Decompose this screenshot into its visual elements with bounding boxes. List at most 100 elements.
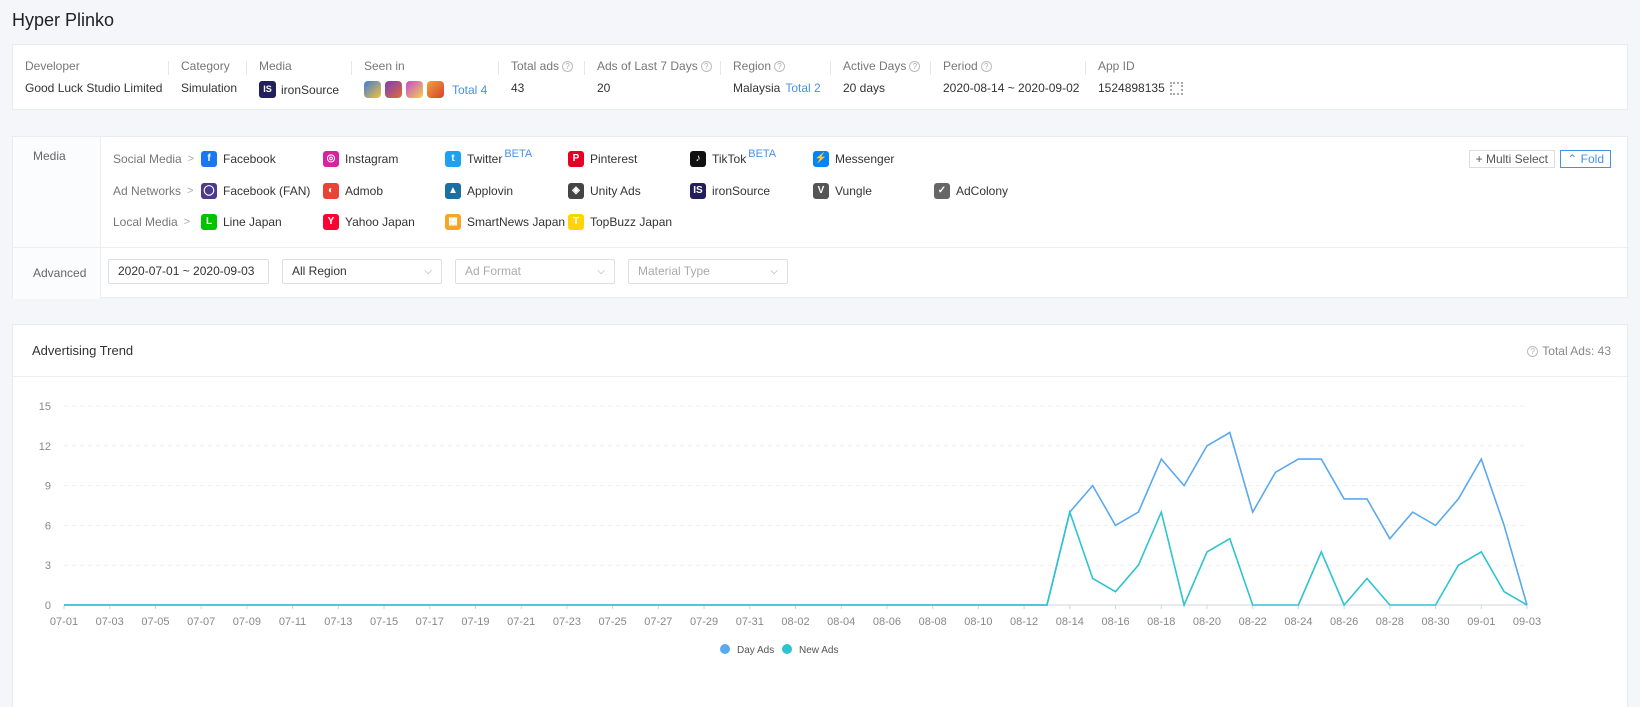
social-media-row-label[interactable]: Social Media > — [113, 152, 194, 166]
date-range-picker[interactable]: 2020-07-01 ~ 2020-09-03 — [108, 259, 269, 284]
x-tick-label: 07-13 — [324, 616, 352, 628]
media-option-label: Facebook (FAN) — [223, 184, 311, 198]
media-option-label: Twitter — [467, 152, 503, 166]
material-type-select[interactable]: Material Type ⌵ — [628, 259, 788, 284]
app-id-value: 1524898135 — [1098, 81, 1165, 95]
help-icon[interactable]: ? — [700, 60, 712, 72]
media-option-admob[interactable]: ◐ Admob — [323, 183, 383, 199]
y-tick-label: 0 — [45, 600, 51, 612]
filter-side-labels: Media Advanced — [13, 137, 101, 299]
x-tick-label: 07-15 — [370, 616, 398, 628]
x-tick-label: 09-03 — [1513, 616, 1541, 628]
developer-label: Developer — [25, 59, 80, 73]
media-option-facebook-fan[interactable]: ◯ Facebook (FAN) — [201, 183, 310, 199]
seen-in-total-link[interactable]: Total 4 — [452, 83, 487, 97]
x-tick-label: 07-03 — [96, 616, 124, 628]
yahoo-japan-icon: Y — [323, 214, 339, 230]
region-total-link[interactable]: Total 2 — [785, 81, 820, 95]
x-tick-label: 08-06 — [873, 616, 901, 628]
seen-in-app-1-icon[interactable] — [364, 81, 381, 98]
media-option-label: SmartNews Japan — [467, 215, 566, 229]
media-option-smartnews[interactable]: ▦ SmartNews Japan — [445, 214, 565, 230]
media-option-applovin[interactable]: ▲ Applovin — [445, 183, 513, 199]
fold-button[interactable]: ⌃ Fold — [1560, 150, 1611, 168]
chevron-down-icon: ⌵ — [770, 266, 778, 277]
x-tick-label: 07-05 — [141, 616, 169, 628]
media-option-pinterest[interactable]: P Pinterest — [568, 151, 637, 167]
ironsource-logo-icon: IS — [259, 81, 276, 98]
media-option-label: TikTok — [712, 152, 747, 166]
category-field: Category Simulation — [181, 59, 237, 99]
local-media-row-label[interactable]: Local Media > — [113, 215, 190, 229]
seen-in-app-2-icon[interactable] — [385, 81, 402, 98]
facebook-fan-icon: ◯ — [201, 183, 217, 199]
x-tick-label: 08-08 — [919, 616, 947, 628]
chevron-down-icon: ⌵ — [424, 266, 432, 277]
messenger-icon: ⚡ — [813, 151, 829, 167]
vungle-icon: V — [813, 183, 829, 199]
legend-marker — [782, 644, 792, 654]
media-option-label: Yahoo Japan — [345, 215, 415, 229]
topbuzz-icon: T — [568, 214, 584, 230]
help-icon[interactable]: ? — [909, 60, 921, 72]
x-tick-label: 07-27 — [644, 616, 672, 628]
filter-panel: Media Advanced Social Media > Ad Networks… — [12, 136, 1629, 299]
x-tick-label: 07-09 — [233, 616, 261, 628]
developer-value: Good Luck Studio Limited — [25, 81, 163, 95]
media-option-label: Facebook — [223, 152, 276, 166]
series-line-new-ads — [64, 509, 1528, 608]
x-tick-label: 07-17 — [416, 616, 444, 628]
help-icon[interactable]: ? — [980, 60, 992, 72]
category-value: Simulation — [181, 81, 238, 95]
media-option-messenger[interactable]: ⚡ Messenger — [813, 151, 894, 167]
legend-marker — [720, 644, 730, 654]
adcolony-icon: ✓ — [934, 183, 950, 199]
media-option-tiktok[interactable]: ♪ TikTok BETA — [690, 148, 777, 167]
chevron-down-icon: ⌵ — [597, 266, 605, 277]
ad-networks-row-label[interactable]: Ad Networks > — [113, 184, 193, 198]
ads-last7-field: Ads of Last 7 Days? 20 — [597, 59, 712, 99]
media-option-facebook[interactable]: f Facebook — [201, 151, 276, 167]
unity-icon: ◈ — [568, 183, 584, 199]
media-option-adcolony[interactable]: ✓ AdColony — [934, 183, 1008, 199]
advertising-trend-chart: 0 3 6 9 12 15 07-01 07-03 07-05 07-07 07-09 07-11 07… — [39, 401, 1541, 656]
media-option-unity[interactable]: ◈ Unity Ads — [568, 183, 641, 199]
series-line-day-ads — [64, 431, 1528, 606]
beta-badge: BETA — [748, 148, 777, 160]
media-option-yahoo-japan[interactable]: Y Yahoo Japan — [323, 214, 415, 230]
media-option-label: TopBuzz Japan — [590, 215, 673, 229]
help-icon[interactable]: ? — [774, 60, 786, 72]
total-ads-value: 43 — [511, 81, 525, 95]
active-days-field: Active Days? 20 days — [843, 59, 921, 99]
seen-in-app-3-icon[interactable] — [406, 81, 423, 98]
applovin-icon: ▲ — [445, 183, 461, 199]
qr-code-icon[interactable] — [1169, 81, 1183, 95]
multi-select-button[interactable]: + Multi Select — [1468, 150, 1555, 168]
media-option-ironsource[interactable]: IS ironSource — [690, 183, 770, 199]
media-value: ironSource — [281, 82, 340, 97]
seen-in-app-4-icon[interactable] — [427, 81, 444, 98]
period-field: Period? 2020-08-14 ~ 2020-09-02 — [943, 59, 1079, 99]
ad-format-select[interactable]: Ad Format ⌵ — [455, 259, 615, 284]
advanced-filter-label: Advanced — [33, 266, 87, 280]
region-label: Region — [733, 59, 772, 73]
media-option-instagram[interactable]: ◎ Instagram — [323, 151, 398, 167]
media-option-line[interactable]: L Line Japan — [201, 214, 282, 230]
x-tick-label: 08-28 — [1376, 616, 1404, 628]
media-option-label: Applovin — [467, 184, 514, 198]
help-icon[interactable]: ? — [562, 60, 574, 72]
x-tick-label: 08-02 — [781, 616, 809, 628]
period-value: 2020-08-14 ~ 2020-09-02 — [943, 81, 1080, 95]
app-id-label: App ID — [1098, 59, 1135, 73]
media-option-label: Instagram — [345, 152, 399, 166]
x-tick-label: 07-11 — [279, 616, 306, 628]
media-option-vungle[interactable]: V Vungle — [813, 183, 872, 199]
seen-in-field: Seen in Total 4 — [364, 59, 487, 99]
media-option-topbuzz[interactable]: T TopBuzz Japan — [568, 214, 672, 230]
x-tick-label: 08-10 — [964, 616, 992, 628]
chevron-right-icon: > — [187, 185, 194, 197]
media-option-twitter[interactable]: t Twitter BETA — [445, 148, 532, 167]
x-tick-label: 07-25 — [599, 616, 627, 628]
media-option-label: Vungle — [835, 184, 872, 198]
region-select[interactable]: All Region ⌵ — [282, 259, 442, 284]
